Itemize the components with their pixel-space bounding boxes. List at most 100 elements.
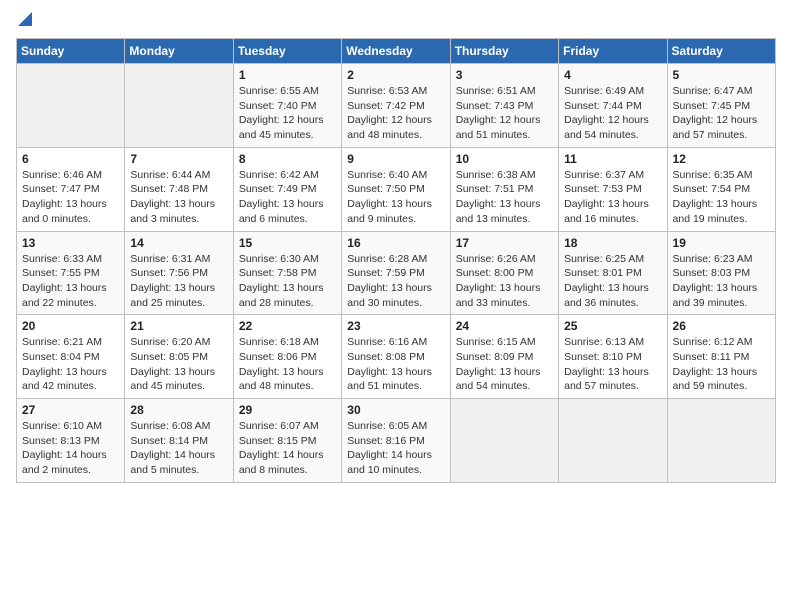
day-info: Sunrise: 6:49 AM Sunset: 7:44 PM Dayligh… [564, 84, 661, 143]
calendar-body: 1Sunrise: 6:55 AM Sunset: 7:40 PM Daylig… [17, 64, 776, 483]
calendar-day-cell: 15 Sunrise: 6:30 AM Sunset: 7:58 PM Dayli… [233, 231, 341, 315]
day-number: 25 [564, 319, 661, 333]
day-info: Sunrise: 6:15 AM Sunset: 8:09 PM Dayligh… [456, 335, 553, 394]
calendar-week-row: 27 Sunrise: 6:10 AM Sunset: 8:13 PM Dayli… [17, 399, 776, 483]
calendar-day-cell: 22Sunrise: 6:18 AM Sunset: 8:06 PM Dayli… [233, 315, 341, 399]
day-info: Sunrise: 6:07 AM Sunset: 8:15 PM Dayligh… [239, 419, 336, 478]
calendar-day-cell [667, 399, 775, 483]
day-info: Sunrise: 6:38 AM Sunset: 7:51 PM Dayligh… [456, 168, 553, 227]
day-info: Sunrise: 6:28 AM Sunset: 7:59 PM Dayligh… [347, 252, 444, 311]
day-info: Sunrise: 6:33 AM Sunset: 7:55 PM Dayligh… [22, 252, 119, 311]
calendar-day-cell [125, 64, 233, 148]
calendar-day-cell: 26Sunrise: 6:12 AM Sunset: 8:11 PM Dayli… [667, 315, 775, 399]
day-number: 13 [22, 236, 119, 250]
calendar-day-cell: 17Sunrise: 6:26 AM Sunset: 8:00 PM Dayli… [450, 231, 558, 315]
day-number: 15 [239, 236, 336, 250]
day-number: 24 [456, 319, 553, 333]
day-info: Sunrise: 6:55 AM Sunset: 7:40 PM Dayligh… [239, 84, 336, 143]
header [16, 16, 776, 26]
day-number: 11 [564, 152, 661, 166]
day-info: Sunrise: 6:30 AM Sunset: 7:58 PM Dayligh… [239, 252, 336, 311]
day-info: Sunrise: 6:08 AM Sunset: 8:14 PM Dayligh… [130, 419, 227, 478]
calendar-day-cell: 16Sunrise: 6:28 AM Sunset: 7:59 PM Dayli… [342, 231, 450, 315]
calendar-day-cell: 19 Sunrise: 6:23 AM Sunset: 8:03 PM Dayli… [667, 231, 775, 315]
calendar: SundayMondayTuesdayWednesdayThursdayFrid… [16, 38, 776, 483]
day-number: 4 [564, 68, 661, 82]
weekday-header-cell: Thursday [450, 39, 558, 64]
calendar-day-cell: 4 Sunrise: 6:49 AM Sunset: 7:44 PM Daylig… [559, 64, 667, 148]
weekday-header-cell: Monday [125, 39, 233, 64]
weekday-header-cell: Wednesday [342, 39, 450, 64]
calendar-day-cell: 14 Sunrise: 6:31 AM Sunset: 7:56 PM Dayli… [125, 231, 233, 315]
day-number: 8 [239, 152, 336, 166]
weekday-header-cell: Tuesday [233, 39, 341, 64]
day-number: 6 [22, 152, 119, 166]
calendar-day-cell: 6 Sunrise: 6:46 AM Sunset: 7:47 PM Daylig… [17, 147, 125, 231]
calendar-day-cell: 20 Sunrise: 6:21 AM Sunset: 8:04 PM Dayli… [17, 315, 125, 399]
day-info: Sunrise: 6:23 AM Sunset: 8:03 PM Dayligh… [673, 252, 770, 311]
day-number: 29 [239, 403, 336, 417]
calendar-day-cell: 27 Sunrise: 6:10 AM Sunset: 8:13 PM Dayli… [17, 399, 125, 483]
calendar-day-cell [559, 399, 667, 483]
logo [16, 16, 32, 26]
logo-triangle-icon [18, 12, 32, 26]
weekday-header-cell: Saturday [667, 39, 775, 64]
weekday-header-row: SundayMondayTuesdayWednesdayThursdayFrid… [17, 39, 776, 64]
day-number: 27 [22, 403, 119, 417]
day-number: 5 [673, 68, 770, 82]
day-number: 19 [673, 236, 770, 250]
day-info: Sunrise: 6:40 AM Sunset: 7:50 PM Dayligh… [347, 168, 444, 227]
calendar-day-cell: 8 Sunrise: 6:42 AM Sunset: 7:49 PM Daylig… [233, 147, 341, 231]
day-info: Sunrise: 6:16 AM Sunset: 8:08 PM Dayligh… [347, 335, 444, 394]
day-info: Sunrise: 6:05 AM Sunset: 8:16 PM Dayligh… [347, 419, 444, 478]
day-number: 20 [22, 319, 119, 333]
day-number: 14 [130, 236, 227, 250]
calendar-day-cell: 30Sunrise: 6:05 AM Sunset: 8:16 PM Dayli… [342, 399, 450, 483]
calendar-day-cell: 1Sunrise: 6:55 AM Sunset: 7:40 PM Daylig… [233, 64, 341, 148]
calendar-day-cell: 9 Sunrise: 6:40 AM Sunset: 7:50 PM Daylig… [342, 147, 450, 231]
day-number: 9 [347, 152, 444, 166]
day-number: 18 [564, 236, 661, 250]
day-number: 23 [347, 319, 444, 333]
day-info: Sunrise: 6:51 AM Sunset: 7:43 PM Dayligh… [456, 84, 553, 143]
day-info: Sunrise: 6:26 AM Sunset: 8:00 PM Dayligh… [456, 252, 553, 311]
day-number: 7 [130, 152, 227, 166]
calendar-week-row: 6 Sunrise: 6:46 AM Sunset: 7:47 PM Daylig… [17, 147, 776, 231]
day-info: Sunrise: 6:21 AM Sunset: 8:04 PM Dayligh… [22, 335, 119, 394]
weekday-header-cell: Friday [559, 39, 667, 64]
day-number: 12 [673, 152, 770, 166]
calendar-day-cell: 12 Sunrise: 6:35 AM Sunset: 7:54 PM Dayli… [667, 147, 775, 231]
calendar-day-cell: 7 Sunrise: 6:44 AM Sunset: 7:48 PM Daylig… [125, 147, 233, 231]
day-number: 28 [130, 403, 227, 417]
calendar-week-row: 13 Sunrise: 6:33 AM Sunset: 7:55 PM Dayli… [17, 231, 776, 315]
day-number: 10 [456, 152, 553, 166]
calendar-day-cell: 29 Sunrise: 6:07 AM Sunset: 8:15 PM Dayli… [233, 399, 341, 483]
calendar-day-cell: 10 Sunrise: 6:38 AM Sunset: 7:51 PM Dayli… [450, 147, 558, 231]
calendar-day-cell: 2 Sunrise: 6:53 AM Sunset: 7:42 PM Daylig… [342, 64, 450, 148]
day-info: Sunrise: 6:37 AM Sunset: 7:53 PM Dayligh… [564, 168, 661, 227]
day-info: Sunrise: 6:46 AM Sunset: 7:47 PM Dayligh… [22, 168, 119, 227]
calendar-day-cell [450, 399, 558, 483]
day-info: Sunrise: 6:42 AM Sunset: 7:49 PM Dayligh… [239, 168, 336, 227]
day-info: Sunrise: 6:35 AM Sunset: 7:54 PM Dayligh… [673, 168, 770, 227]
calendar-week-row: 1Sunrise: 6:55 AM Sunset: 7:40 PM Daylig… [17, 64, 776, 148]
calendar-day-cell: 23 Sunrise: 6:16 AM Sunset: 8:08 PM Dayli… [342, 315, 450, 399]
calendar-day-cell: 13 Sunrise: 6:33 AM Sunset: 7:55 PM Dayli… [17, 231, 125, 315]
calendar-day-cell: 25Sunrise: 6:13 AM Sunset: 8:10 PM Dayli… [559, 315, 667, 399]
calendar-day-cell: 18 Sunrise: 6:25 AM Sunset: 8:01 PM Dayli… [559, 231, 667, 315]
calendar-day-cell: 3Sunrise: 6:51 AM Sunset: 7:43 PM Daylig… [450, 64, 558, 148]
calendar-day-cell: 11 Sunrise: 6:37 AM Sunset: 7:53 PM Dayli… [559, 147, 667, 231]
day-info: Sunrise: 6:44 AM Sunset: 7:48 PM Dayligh… [130, 168, 227, 227]
day-info: Sunrise: 6:25 AM Sunset: 8:01 PM Dayligh… [564, 252, 661, 311]
day-number: 2 [347, 68, 444, 82]
day-number: 22 [239, 319, 336, 333]
day-info: Sunrise: 6:12 AM Sunset: 8:11 PM Dayligh… [673, 335, 770, 394]
day-info: Sunrise: 6:31 AM Sunset: 7:56 PM Dayligh… [130, 252, 227, 311]
day-info: Sunrise: 6:53 AM Sunset: 7:42 PM Dayligh… [347, 84, 444, 143]
day-info: Sunrise: 6:10 AM Sunset: 8:13 PM Dayligh… [22, 419, 119, 478]
day-info: Sunrise: 6:47 AM Sunset: 7:45 PM Dayligh… [673, 84, 770, 143]
weekday-header-cell: Sunday [17, 39, 125, 64]
day-number: 21 [130, 319, 227, 333]
calendar-day-cell: 21Sunrise: 6:20 AM Sunset: 8:05 PM Dayli… [125, 315, 233, 399]
calendar-week-row: 20 Sunrise: 6:21 AM Sunset: 8:04 PM Dayli… [17, 315, 776, 399]
